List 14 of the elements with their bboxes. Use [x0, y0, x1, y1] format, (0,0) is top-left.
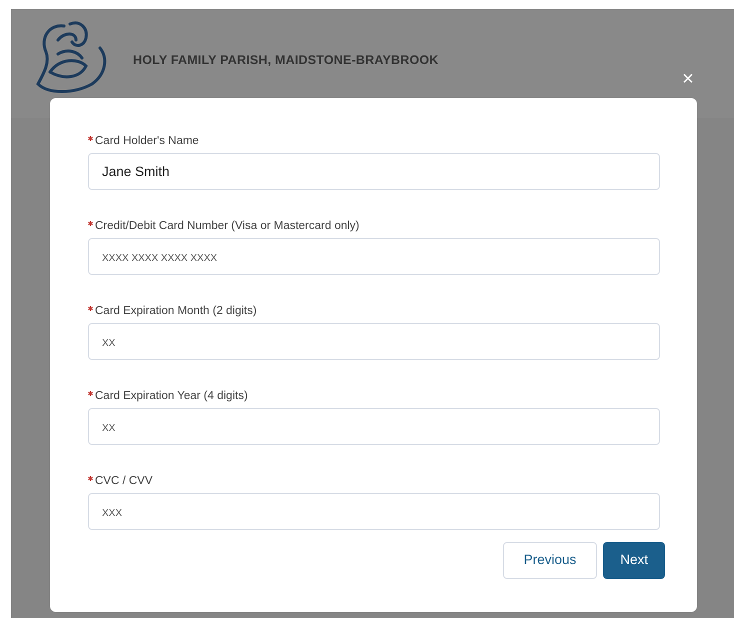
label-text: Credit/Debit Card Number (Visa or Mastercard only)	[95, 219, 360, 234]
label-text: Card Expiration Month (2 digits)	[95, 304, 257, 319]
input-field[interactable]: Jane Smith	[88, 153, 660, 190]
input-field[interactable]: XXX	[88, 493, 660, 530]
input-field[interactable]: XXXX XXXX XXXX XXXX	[88, 238, 660, 275]
label-text: Card Expiration Year (4 digits)	[95, 389, 248, 404]
next-button[interactable]: Next	[603, 542, 665, 579]
previous-button[interactable]: Previous	[502, 542, 598, 579]
input-field[interactable]: XX	[88, 408, 660, 445]
close-button[interactable]: ×	[678, 68, 698, 90]
input-field[interactable]: XX	[88, 323, 660, 360]
parish-title: HOLY FAMILY PARISH, MAIDSTONE-BRAYBROOK	[133, 52, 439, 69]
label-text: CVC / CVV	[95, 474, 153, 489]
label-text: Card Holder's Name	[95, 134, 199, 149]
